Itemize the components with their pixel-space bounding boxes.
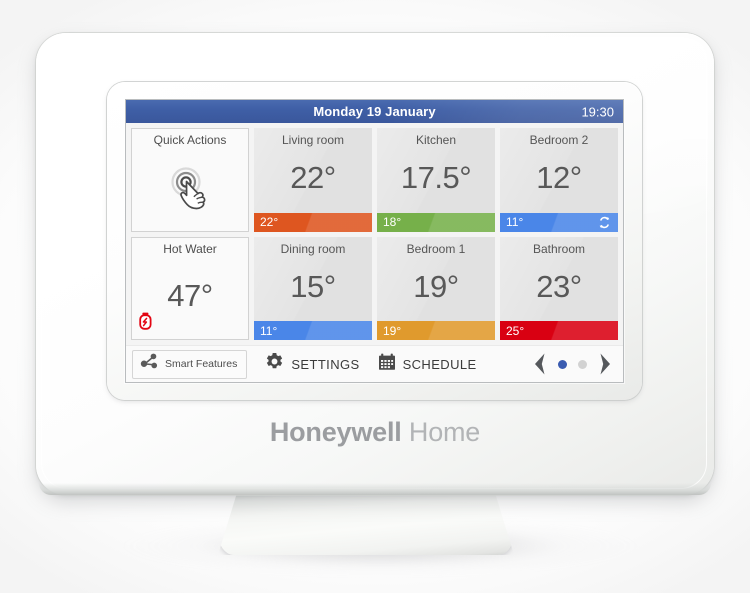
tile-label: Bedroom 2	[529, 133, 589, 147]
network-nodes-icon	[140, 353, 159, 375]
smart-features-button[interactable]: Smart Features	[132, 349, 248, 379]
tile-current-temp: 15°	[290, 268, 336, 304]
tile-label: Bathroom	[532, 241, 586, 256]
tile-bathroom[interactable]: Bathroom 23° 25°	[500, 236, 618, 340]
touch-tap-icon	[132, 147, 248, 230]
smart-features-label: Smart Features	[165, 358, 238, 370]
schedule-button[interactable]: SCHEDULE	[378, 353, 477, 376]
zone-tile-grid: Quick Actions Living room 22° 22° Kitche…	[126, 123, 623, 345]
tile-bedroom-2[interactable]: Bedroom 2 12° 11°	[500, 128, 618, 232]
chevron-right-icon[interactable]	[598, 352, 613, 376]
page-dot-1[interactable]	[558, 359, 567, 369]
tile-kitchen[interactable]: Kitchen 17.5° 18°	[377, 128, 495, 232]
tile-label: Living room	[281, 133, 345, 147]
tile-quick-actions[interactable]: Quick Actions	[131, 128, 249, 232]
tile-setpoint: 22°	[260, 215, 279, 229]
screen-toolbar: Smart Features SETTINGS SCHEDULE	[126, 345, 623, 382]
tile-setpoint-bar: 11°	[500, 212, 618, 232]
brand-logo: Honeywell Home	[0, 417, 750, 448]
calendar-icon	[378, 353, 396, 376]
gear-icon	[265, 352, 284, 376]
tile-setpoint-bar: 22°	[254, 212, 372, 232]
tile-setpoint: 18°	[383, 215, 402, 229]
tile-label: Hot Water	[163, 241, 217, 256]
cycle-repeat-icon	[597, 216, 612, 229]
thermostat-screen: Monday 19 January 19:30 Quick Actions Li…	[126, 100, 623, 382]
tile-label: Kitchen	[415, 133, 457, 147]
tile-hot-water[interactable]: Hot Water 47°	[131, 236, 249, 340]
tile-dining-room[interactable]: Dining room 15° 11°	[254, 236, 372, 340]
stand-body	[218, 487, 514, 555]
tile-label: Dining room	[280, 241, 346, 256]
tile-label: Quick Actions	[153, 133, 227, 147]
tile-current-temp: 19°	[413, 268, 459, 304]
tile-label: Bedroom 1	[406, 241, 466, 256]
tile-current-temp: 17.5°	[400, 160, 472, 196]
brand-name: Honeywell	[269, 417, 402, 447]
header-time: 19:30	[581, 104, 614, 119]
device-bottom-edge	[39, 483, 711, 495]
tile-setpoint-bar: 18°	[377, 212, 495, 232]
brand-suffix: Home	[408, 417, 481, 447]
tile-setpoint: 11°	[506, 215, 524, 229]
header-date: Monday 19 January	[313, 104, 436, 119]
schedule-label: SCHEDULE	[402, 356, 477, 372]
tile-bedroom-1[interactable]: Bedroom 1 19° 19°	[377, 236, 495, 340]
tile-current-temp: 22°	[290, 160, 336, 196]
settings-button[interactable]: SETTINGS	[265, 352, 359, 376]
tile-current-temp: 23°	[536, 268, 582, 304]
tile-setpoint: 25°	[506, 323, 525, 338]
tile-setpoint-bar: 25°	[500, 321, 618, 340]
product-photo-scene: Monday 19 January 19:30 Quick Actions Li…	[0, 0, 750, 593]
screen-header: Monday 19 January 19:30	[126, 100, 623, 123]
page-dot-2[interactable]	[578, 359, 587, 369]
device-stand	[218, 484, 514, 555]
tile-living-room[interactable]: Living room 22° 22°	[254, 128, 372, 232]
tile-setpoint-bar: 19°	[377, 321, 495, 340]
page-navigation	[532, 352, 617, 376]
hot-water-heating-icon	[139, 312, 152, 335]
tile-setpoint: 19°	[383, 323, 402, 338]
chevron-left-icon[interactable]	[532, 352, 547, 376]
tile-setpoint-bar: 11°	[254, 321, 372, 340]
settings-label: SETTINGS	[291, 356, 360, 372]
tile-current-temp: 12°	[536, 160, 582, 196]
tile-setpoint: 11°	[260, 323, 278, 338]
